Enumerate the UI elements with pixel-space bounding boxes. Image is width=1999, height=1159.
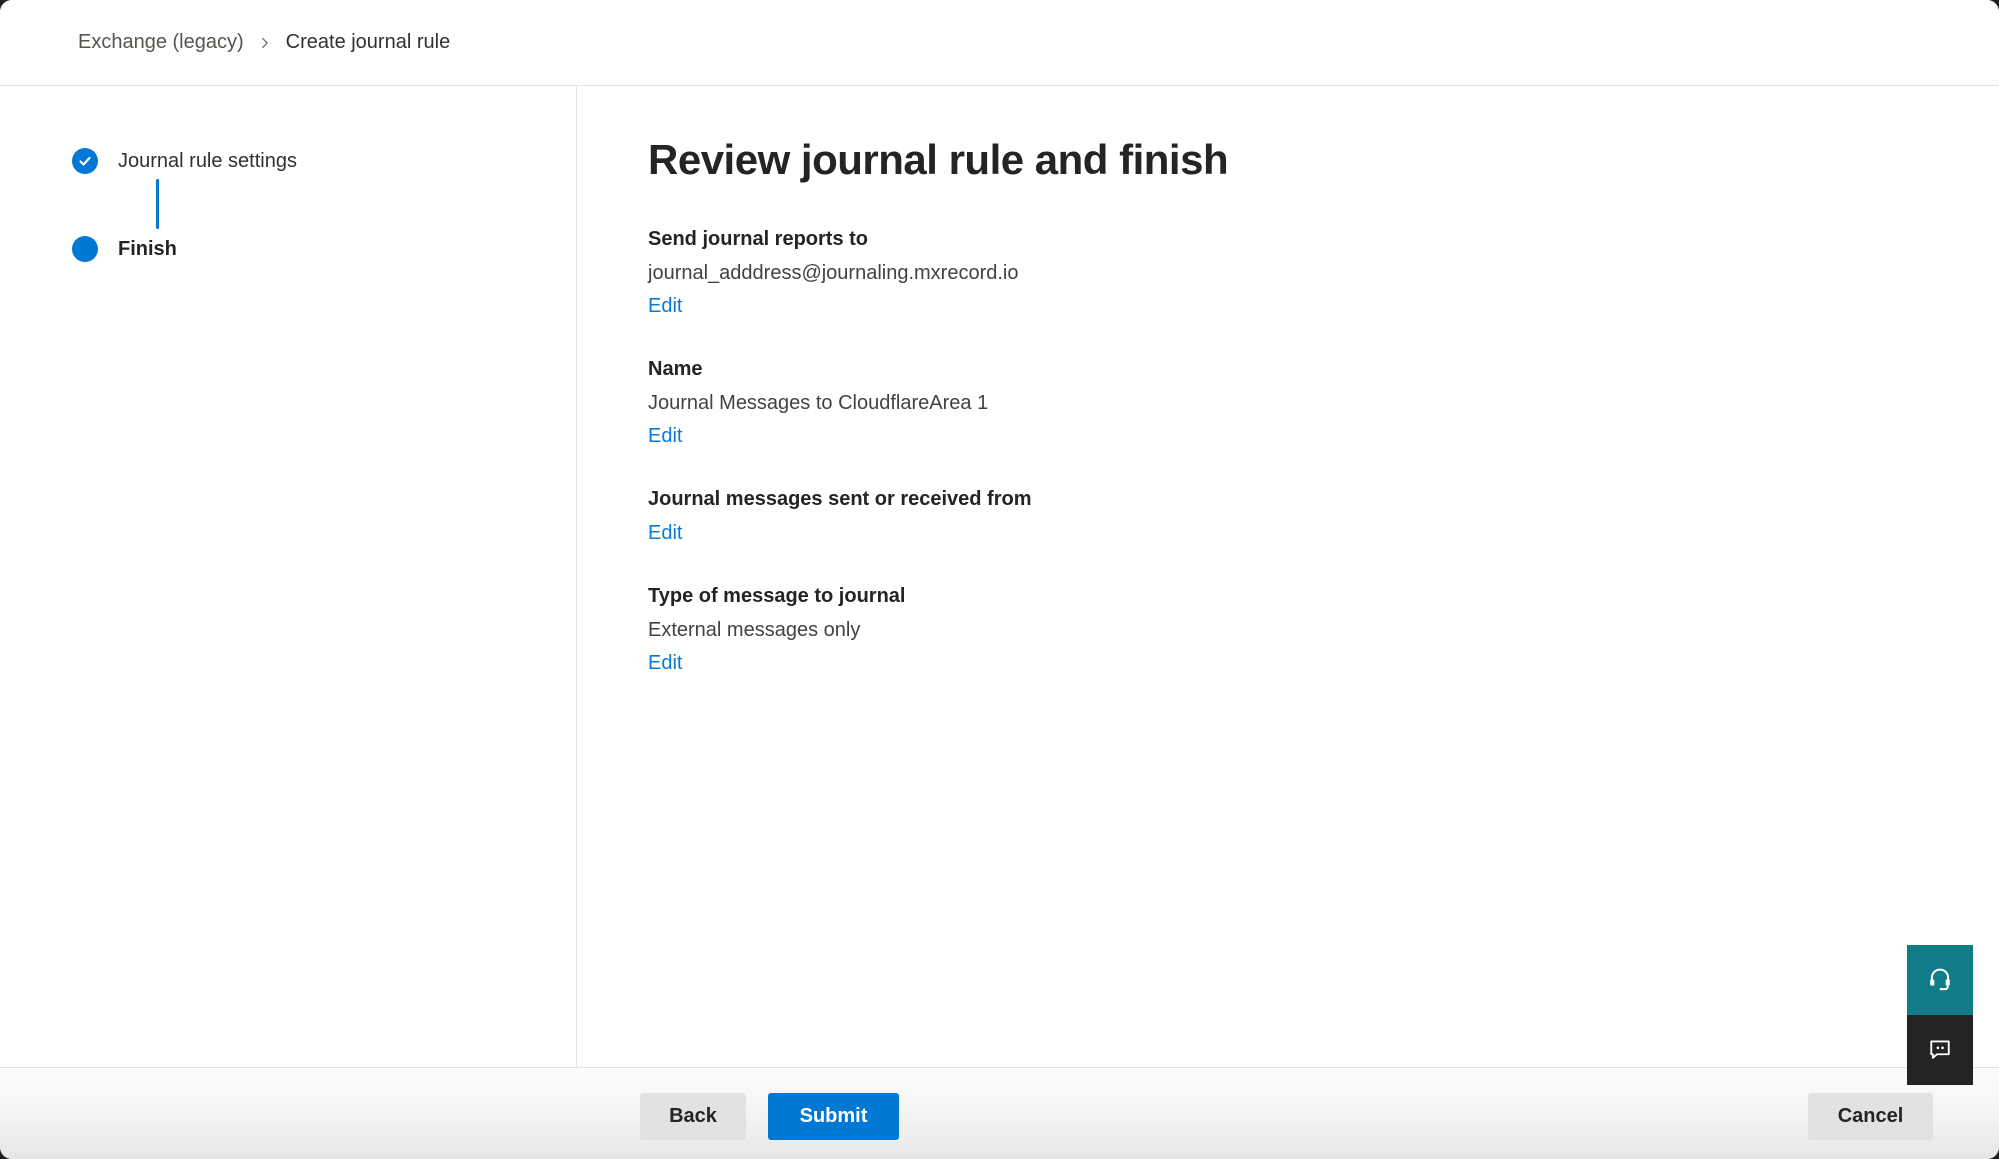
section-label: Journal messages sent or received from [648,488,1939,511]
review-panel: Review journal rule and finish Send jour… [577,86,1999,1067]
feedback-button[interactable] [1907,1015,1973,1085]
edit-journal-messages-scope-link[interactable]: Edit [648,522,682,545]
headset-icon [1926,965,1954,996]
section-name: Name Journal Messages to CloudflareArea … [648,358,1939,448]
section-label: Send journal reports to [648,228,1939,251]
step-connector-line [156,179,159,229]
page-title: Review journal rule and finish [648,136,1939,184]
section-send-journal-reports-to: Send journal reports to journal_adddress… [648,228,1939,318]
wizard-step-journal-rule-settings[interactable]: Journal rule settings [72,148,576,174]
feedback-chat-icon [1926,1035,1954,1066]
section-type-of-message: Type of message to journal External mess… [648,585,1939,675]
edit-type-of-message-link[interactable]: Edit [648,652,682,675]
step-label: Finish [118,238,177,261]
section-value: journal_adddress@journaling.mxrecord.io [648,262,1939,285]
support-button[interactable] [1907,945,1973,1015]
exchange-admin-window: Exchange (legacy) Create journal rule Jo… [0,0,1999,1159]
edit-send-journal-reports-link[interactable]: Edit [648,295,682,318]
step-current-dot-icon [72,236,98,262]
section-label: Name [648,358,1939,381]
action-bar: Back Submit Cancel [0,1067,1999,1159]
cancel-button[interactable]: Cancel [1808,1093,1933,1140]
review-sections: Send journal reports to journal_adddress… [648,228,1939,675]
floating-help-stack [1907,945,1973,1085]
section-journal-messages-scope: Journal messages sent or received from E… [648,488,1939,545]
back-button[interactable]: Back [640,1093,746,1140]
step-label: Journal rule settings [118,150,297,173]
section-value: Journal Messages to CloudflareArea 1 [648,392,1939,415]
breadcrumb-bar: Exchange (legacy) Create journal rule [0,0,1999,86]
chevron-right-icon [258,36,272,50]
section-label: Type of message to journal [648,585,1939,608]
edit-name-link[interactable]: Edit [648,425,682,448]
wizard-body: Journal rule settings Finish Review jour… [0,86,1999,1067]
breadcrumb-current-page: Create journal rule [286,31,451,54]
submit-button[interactable]: Submit [768,1093,899,1140]
wizard-step-finish[interactable]: Finish [72,236,576,262]
section-value: External messages only [648,619,1939,642]
step-completed-check-icon [72,148,98,174]
wizard-steps-panel: Journal rule settings Finish [0,86,577,1067]
breadcrumb-exchange-legacy-link[interactable]: Exchange (legacy) [78,31,244,54]
